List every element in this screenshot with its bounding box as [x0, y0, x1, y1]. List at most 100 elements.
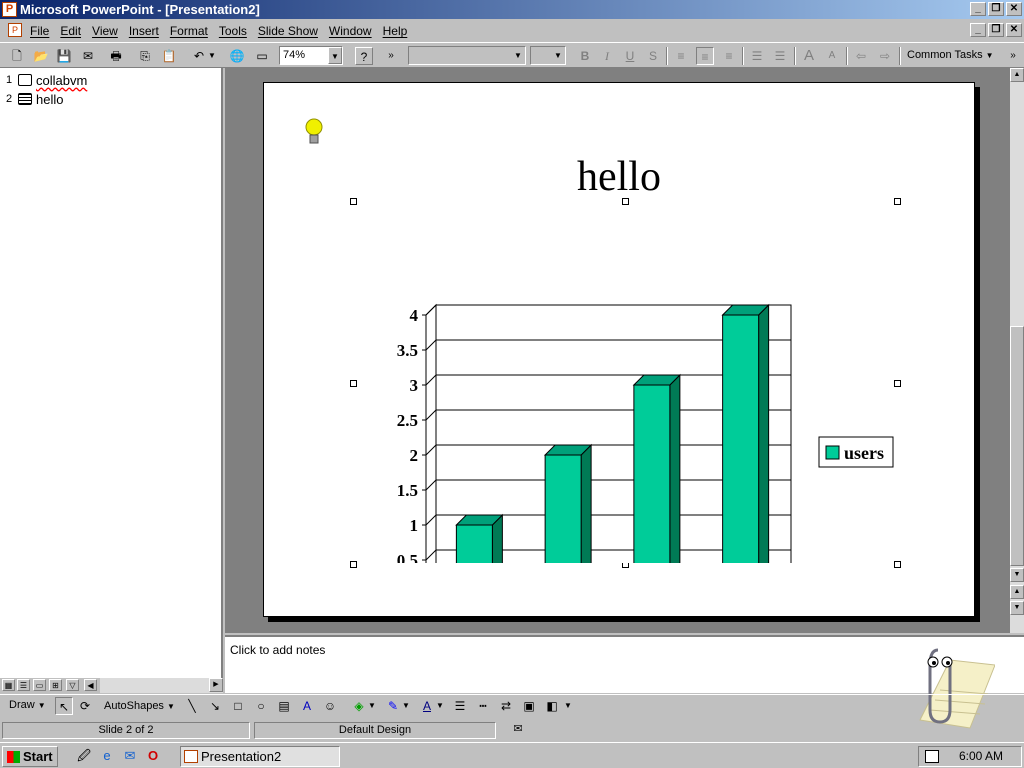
print-icon[interactable]: 🖶: [107, 47, 125, 65]
increase-font-icon[interactable]: A: [800, 47, 818, 65]
font-name-dropdown-icon[interactable]: ▼: [511, 47, 525, 64]
italic-icon[interactable]: I: [598, 47, 616, 65]
slide-title[interactable]: collabvm: [36, 73, 87, 88]
wordart-icon[interactable]: A: [298, 697, 316, 715]
email-icon[interactable]: ✉: [79, 47, 97, 65]
fill-color-dropdown-icon[interactable]: ▼: [367, 697, 377, 715]
slide-pane[interactable]: hello 00.511.522.533.541st Qtr2nd Qtr3rd…: [225, 68, 1010, 633]
horizontal-scrollbar[interactable]: ▶: [100, 678, 223, 693]
align-right-icon[interactable]: ≡: [720, 47, 738, 65]
rectangle-tool-icon[interactable]: □: [229, 697, 247, 715]
start-button[interactable]: Start: [2, 746, 58, 767]
outline-view-icon[interactable]: ☰: [17, 679, 30, 691]
resize-handle[interactable]: [350, 380, 357, 387]
demote-icon[interactable]: ⇨: [876, 47, 894, 65]
web-icon[interactable]: 🌐: [228, 47, 246, 65]
font-name-combo[interactable]: ▼: [408, 46, 526, 65]
more-formatting-icon[interactable]: »: [1008, 47, 1018, 65]
save-icon[interactable]: 💾: [55, 47, 73, 65]
align-center-icon[interactable]: ≡: [696, 47, 714, 65]
notes-placeholder[interactable]: Click to add notes: [230, 643, 325, 657]
restore-button[interactable]: ❐: [988, 2, 1004, 16]
open-icon[interactable]: 📂: [32, 47, 50, 65]
bold-icon[interactable]: B: [576, 47, 594, 65]
powerpoint-app-icon[interactable]: P: [2, 2, 17, 17]
scroll-right-icon[interactable]: ▶: [209, 678, 223, 692]
line-color-icon[interactable]: ✎: [384, 697, 402, 715]
taskbar-item-presentation2[interactable]: Presentation2: [180, 746, 340, 767]
paste-icon[interactable]: 📋: [160, 47, 178, 65]
slide-sorter-icon[interactable]: ⊞: [49, 679, 62, 691]
doc-close-button[interactable]: ✕: [1006, 23, 1022, 37]
document-icon[interactable]: P: [8, 23, 22, 37]
copy-icon[interactable]: ⎘: [136, 47, 154, 65]
free-rotate-icon[interactable]: ⟳: [76, 697, 94, 715]
scroll-left-icon[interactable]: ◀: [84, 679, 97, 691]
font-size-dropdown-icon[interactable]: ▼: [551, 47, 565, 64]
doc-minimize-button[interactable]: _: [970, 23, 986, 37]
shadow-style-icon[interactable]: ▣: [520, 697, 538, 715]
line-color-dropdown-icon[interactable]: ▼: [401, 697, 411, 715]
clock[interactable]: 6:00 AM: [959, 747, 1003, 766]
next-slide-icon[interactable]: ▼: [1010, 601, 1024, 615]
opera-icon[interactable]: O: [145, 748, 161, 764]
shadow-icon[interactable]: S: [644, 47, 662, 65]
undo-dropdown-icon[interactable]: ▼: [207, 47, 217, 65]
font-color-dropdown-icon[interactable]: ▼: [435, 697, 445, 715]
arrow-style-icon[interactable]: ⇄: [497, 697, 515, 715]
undo-icon[interactable]: ↶: [190, 47, 208, 65]
menu-window[interactable]: Window: [329, 24, 372, 38]
menu-insert[interactable]: Insert: [129, 24, 159, 38]
line-tool-icon[interactable]: ╲: [183, 697, 201, 715]
slide-canvas[interactable]: hello 00.511.522.533.541st Qtr2nd Qtr3rd…: [263, 82, 975, 617]
resize-handle[interactable]: [350, 198, 357, 205]
underline-icon[interactable]: U: [621, 47, 639, 65]
internet-explorer-icon[interactable]: e: [99, 748, 115, 764]
doc-restore-button[interactable]: ❐: [988, 23, 1004, 37]
tray-monitor-icon[interactable]: [925, 750, 939, 763]
promote-icon[interactable]: ⇦: [852, 47, 870, 65]
align-left-icon[interactable]: ≡: [672, 47, 690, 65]
minimize-button[interactable]: _: [970, 2, 986, 16]
autoshapes-menu-button[interactable]: AutoShapes ▼: [104, 700, 175, 712]
scroll-down-icon[interactable]: ▼: [1010, 568, 1024, 582]
slide-view-icon[interactable]: ▭: [33, 679, 46, 691]
help-icon[interactable]: ?: [355, 47, 373, 65]
new-icon[interactable]: 🗋: [8, 47, 26, 65]
spelling-status-icon[interactable]: ✉: [505, 722, 531, 739]
menu-tools[interactable]: Tools: [219, 24, 247, 38]
slide-show-icon[interactable]: ▽: [66, 679, 79, 691]
title-bar[interactable]: P Microsoft PowerPoint - [Presentation2]…: [0, 0, 1024, 19]
zoom-dropdown-icon[interactable]: ▼: [328, 47, 342, 64]
decrease-font-icon[interactable]: A: [823, 47, 841, 65]
zoom-combo[interactable]: 74% ▼: [279, 46, 343, 65]
show-desktop-icon[interactable]: 🖉: [76, 748, 92, 764]
text-box-icon[interactable]: ▤: [275, 697, 293, 715]
font-color-icon[interactable]: A: [418, 697, 436, 715]
scroll-up-icon[interactable]: ▲: [1010, 68, 1024, 82]
3d-dropdown-icon[interactable]: ▼: [563, 697, 573, 715]
dash-style-icon[interactable]: ┅: [474, 697, 492, 715]
vertical-scrollbar[interactable]: ▲ ▼ ▲ ▼: [1010, 68, 1024, 633]
3d-style-icon[interactable]: ◧: [543, 697, 561, 715]
outline-slide-1[interactable]: 1 collabvm: [6, 72, 87, 88]
fill-color-icon[interactable]: ◈: [350, 697, 368, 715]
resize-handle[interactable]: [350, 561, 357, 568]
outlook-express-icon[interactable]: ✉: [122, 748, 138, 764]
slide-title-text[interactable]: hello: [464, 153, 774, 201]
lightbulb-icon[interactable]: [304, 117, 324, 147]
select-objects-icon[interactable]: ↖: [55, 697, 73, 715]
new-slide-icon[interactable]: ▭: [253, 47, 271, 65]
line-style-icon[interactable]: ☰: [451, 697, 469, 715]
outline-slide-2[interactable]: 2 hello: [6, 91, 63, 107]
menu-file[interactable]: File: [30, 24, 49, 38]
menu-view[interactable]: View: [92, 24, 118, 38]
menu-edit[interactable]: Edit: [60, 24, 81, 38]
font-size-combo[interactable]: ▼: [530, 46, 566, 65]
numbering-icon[interactable]: ☰: [748, 47, 766, 65]
scrollbar-thumb[interactable]: [1010, 326, 1024, 566]
menu-format[interactable]: Format: [170, 24, 208, 38]
outline-pane[interactable]: 1 collabvm 2 hello: [0, 68, 223, 678]
previous-slide-icon[interactable]: ▲: [1010, 585, 1024, 599]
draw-menu-button[interactable]: Draw ▼: [6, 699, 49, 711]
